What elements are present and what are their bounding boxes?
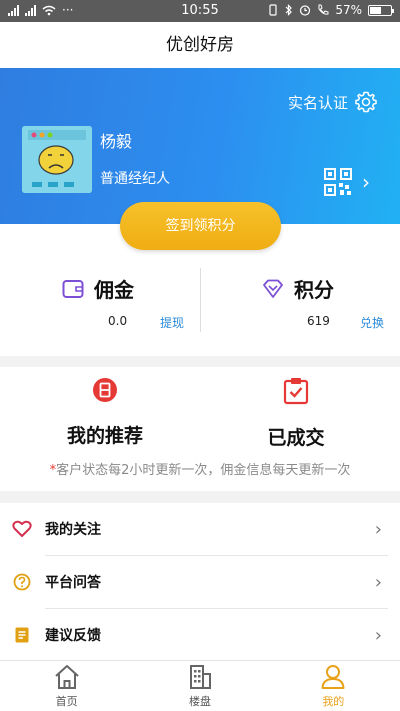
commission-value: 0.0: [108, 314, 128, 328]
diamond-icon: [263, 279, 283, 298]
menu-label-qa: 平台问答: [45, 575, 101, 591]
page-title: 优创好房: [0, 22, 400, 68]
commission-title: 佣金: [94, 278, 134, 302]
qr-code-button[interactable]: ›: [324, 168, 370, 196]
profile-header: 实名认证 杨毅 普通经纪人 ›: [0, 68, 400, 224]
status-bar: ··· 10:55 57%: [0, 0, 400, 22]
recommend-icon: [93, 378, 117, 402]
commission-title-row: 佣金: [62, 274, 134, 303]
verify-button[interactable]: 实名认证: [288, 90, 378, 114]
avatar[interactable]: [22, 126, 92, 193]
menu-item-feedback[interactable]: 建议反馈 ›: [0, 609, 400, 661]
clipboard-check-icon: [283, 378, 309, 405]
nav-mine[interactable]: 我的: [267, 661, 400, 711]
menu-list: 我的关注 › 平台问答 › 建议反馈 ›: [0, 503, 400, 660]
deal-done-label: 已成交: [267, 427, 325, 449]
heart-icon: [12, 519, 32, 539]
stats-divider: [200, 268, 201, 332]
nav-buildings[interactable]: 楼盘: [133, 661, 266, 711]
battery-percent: 57%: [335, 3, 362, 17]
my-recommend-label: 我的推荐: [66, 425, 143, 447]
menu-item-follow[interactable]: 我的关注 ›: [0, 503, 400, 555]
points-title: 积分: [294, 278, 334, 302]
avatar-sad-face-image: [22, 126, 92, 193]
qr-code-icon[interactable]: [324, 168, 352, 196]
points-value: 619: [307, 314, 330, 328]
nav-home[interactable]: 首页: [0, 661, 133, 711]
menu-item-qa[interactable]: 平台问答 ›: [0, 556, 400, 608]
user-name: 杨毅: [100, 132, 133, 151]
withdraw-link[interactable]: 提现: [160, 314, 184, 331]
gear-icon[interactable]: [354, 90, 378, 114]
checkin-button[interactable]: 签到领积分: [120, 202, 281, 250]
nav-home-label: 首页: [55, 695, 78, 708]
nav-mine-label: 我的: [322, 695, 345, 708]
deal-done-button[interactable]: 已成交: [236, 377, 356, 450]
battery-fill: [370, 6, 382, 14]
wallet-icon: [62, 279, 84, 298]
person-icon: [321, 665, 345, 689]
nav-buildings-label: 楼盘: [188, 695, 211, 708]
verify-label: 实名认证: [287, 93, 348, 112]
feedback-icon: [12, 625, 32, 645]
battery-icon: [368, 4, 394, 16]
user-role: 普通经纪人: [100, 171, 170, 187]
points-title-row: 积分: [262, 274, 334, 303]
chevron-right-icon: ›: [362, 170, 370, 194]
vibrate-icon: [269, 4, 277, 16]
question-icon: [12, 572, 32, 592]
bluetooth-icon: [285, 4, 293, 16]
building-icon: [189, 665, 211, 689]
menu-label-follow: 我的关注: [45, 522, 101, 538]
status-right-icons: 57%: [268, 3, 394, 17]
update-notice: *客户状态每2小时更新一次，佣金信息每天更新一次: [0, 459, 400, 478]
menu-label-feedback: 建议反馈: [45, 628, 101, 644]
my-recommend-button[interactable]: 我的推荐: [45, 377, 165, 448]
notice-text: 客户状态每2小时更新一次，佣金信息每天更新一次: [56, 463, 351, 478]
bottom-nav: 首页 楼盘 我的: [0, 660, 400, 711]
chevron-right-icon: ›: [374, 624, 382, 646]
phone-icon: [318, 4, 329, 15]
recommend-section: 我的推荐 已成交 *客户状态每2小时更新一次，佣金信息每天更新一次: [0, 367, 400, 491]
chevron-right-icon: ›: [374, 571, 382, 593]
chevron-right-icon: ›: [374, 518, 382, 540]
home-icon: [54, 665, 79, 689]
alarm-icon: [300, 5, 311, 16]
redeem-link[interactable]: 兑换: [360, 314, 384, 331]
